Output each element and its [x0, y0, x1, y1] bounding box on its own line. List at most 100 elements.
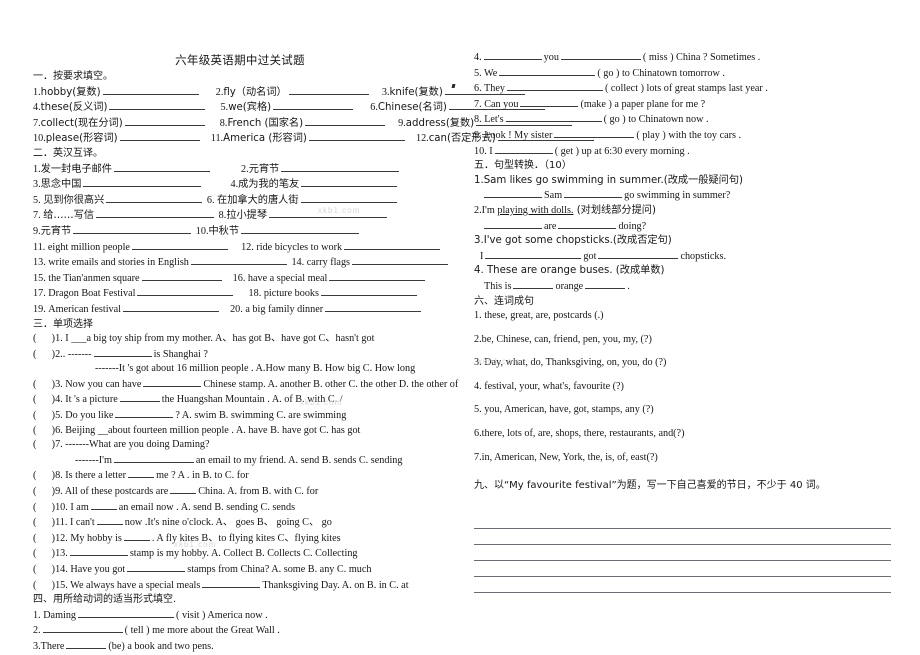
s2-item-4-blank[interactable]: [301, 177, 398, 188]
mc-3-text-b: Chinese stamp. A. another B. other C. th…: [203, 378, 459, 390]
s4-q4-blank-1[interactable]: [483, 50, 542, 60]
mc-2-blank[interactable]: [93, 347, 152, 357]
s4-q8-blank[interactable]: [505, 112, 602, 123]
s2-item-20-blank[interactable]: [325, 302, 422, 312]
s4-q3-blank[interactable]: [66, 639, 107, 649]
s4-q3-b: (be) a book and two pens.: [108, 640, 214, 652]
s5-q3-b: got: [583, 250, 597, 262]
mc-6-bracket[interactable]: ( ): [33, 425, 55, 436]
s2-item-6-num: 6.: [206, 194, 215, 206]
s5-q1-blank-2[interactable]: [564, 188, 623, 199]
s2-item-16-num: 16.: [232, 272, 246, 284]
mc-11-text-b: now .It's nine o'clock. A、 goes B、 going…: [124, 517, 332, 529]
s4-q10-blank[interactable]: [494, 144, 553, 154]
writing-line[interactable]: [474, 513, 891, 529]
s5-q2-blank-2[interactable]: [558, 219, 617, 229]
s2-item-16-blank[interactable]: [329, 271, 426, 281]
s2-item-12-text: ride bicycles to work: [256, 241, 343, 253]
mc-4-bracket[interactable]: ( ): [33, 394, 55, 405]
s5-q3-blank-1[interactable]: [485, 249, 582, 259]
mc-14-blank[interactable]: [127, 562, 186, 572]
section-4-q4: 4. you ( miss ) China ? Sometimes .: [474, 50, 914, 66]
mc-5-bracket[interactable]: ( ): [33, 410, 55, 421]
s2-item-1-blank[interactable]: [113, 162, 210, 172]
s5-q1-blank-1[interactable]: [484, 188, 542, 199]
mc-15-bracket[interactable]: ( ): [33, 580, 55, 591]
mc-9-blank[interactable]: [170, 484, 197, 495]
mc-question-9: ( )9. All of these postcards are China. A…: [33, 484, 463, 500]
mc-1-bracket[interactable]: ( ): [33, 333, 55, 344]
s2-item-7-blank[interactable]: [96, 208, 215, 219]
s4-q1-blank[interactable]: [78, 608, 175, 618]
s4-q4-blank-2[interactable]: [560, 50, 641, 60]
s1-item-7-blank[interactable]: [124, 116, 205, 126]
writing-line[interactable]: [474, 545, 891, 561]
mc-11-bracket[interactable]: ( ): [33, 517, 55, 528]
mc-3-bracket[interactable]: ( ): [33, 379, 55, 390]
s5-q4-blank-2[interactable]: [585, 279, 626, 289]
s1-item-2-blank[interactable]: [288, 85, 369, 95]
s5-q3-c: chopsticks.: [680, 250, 726, 262]
mc-7-blank[interactable]: [113, 453, 194, 463]
mc-12-bracket[interactable]: ( ): [33, 533, 55, 544]
s5-q3-blank-2[interactable]: [598, 249, 679, 259]
s4-q2-blank[interactable]: [42, 623, 123, 634]
s2-item-19-blank[interactable]: [122, 302, 219, 312]
s4-q6-blank[interactable]: [506, 81, 603, 92]
s5-q2-blank-1[interactable]: [484, 219, 542, 229]
s2-item-15-text: the Tian'anmen square: [48, 272, 140, 284]
mc-13-blank[interactable]: [69, 546, 128, 557]
section-2-row-2: 3.思念中国 4.成为我的笔友: [33, 177, 463, 193]
s4-q7-blank[interactable]: [520, 97, 579, 107]
s1-item-1-blank[interactable]: [102, 85, 199, 95]
section-6-item-5: 5. you, American, have, got, stamps, any…: [474, 404, 654, 416]
mc-15-blank[interactable]: [202, 578, 261, 588]
mc-2-bracket[interactable]: ( ): [33, 349, 55, 360]
writing-line[interactable]: [474, 561, 891, 577]
section-5-q1: 1.Sam likes go swimming in summer.(改成一般疑…: [474, 174, 914, 189]
mc-8-bracket[interactable]: ( ): [33, 470, 55, 481]
s2-item-10-blank[interactable]: [241, 224, 360, 234]
mc-9-bracket[interactable]: ( ): [33, 486, 55, 497]
mc-8-blank[interactable]: [128, 468, 155, 479]
s2-item-15-blank[interactable]: [141, 271, 222, 281]
mc-14-bracket[interactable]: ( ): [33, 564, 55, 575]
s2-item-8-blank[interactable]: [269, 208, 388, 219]
writing-line[interactable]: [474, 529, 891, 545]
mc-5-blank[interactable]: [115, 408, 174, 419]
s2-item-19-text: American festival: [48, 303, 121, 315]
s4-q8-b: ( go ) to Chinatown now .: [603, 114, 709, 126]
s4-q5-blank[interactable]: [499, 66, 596, 76]
s4-q9-blank[interactable]: [554, 128, 635, 138]
mc-13-bracket[interactable]: ( ): [33, 548, 55, 559]
s2-item-17-blank[interactable]: [137, 286, 234, 297]
s2-item-9-blank[interactable]: [73, 224, 192, 234]
s2-item-13-blank[interactable]: [190, 255, 287, 266]
mc-question-10: ( )10. I am an email now . A. send B. sen…: [33, 500, 463, 516]
s1-item-8-blank[interactable]: [305, 116, 386, 126]
s2-item-11-blank[interactable]: [131, 240, 228, 250]
mc-10-bracket[interactable]: ( ): [33, 502, 55, 513]
mc-12-blank[interactable]: [123, 531, 150, 541]
s2-item-18-blank[interactable]: [320, 286, 417, 297]
s2-item-2-blank[interactable]: [281, 162, 400, 172]
s2-item-14-blank[interactable]: [352, 255, 449, 266]
s1-item-5-blank[interactable]: [273, 100, 354, 111]
s1-item-11-blank[interactable]: [308, 131, 405, 142]
mc-question-7: ( )7. -------What are you doing Daming?: [33, 438, 463, 453]
mc-11-blank[interactable]: [96, 515, 123, 526]
s1-item-11-text: America (形容词): [223, 133, 307, 145]
mc-7-bracket[interactable]: ( ): [33, 439, 55, 450]
mc-4-blank[interactable]: [119, 392, 160, 403]
s2-item-12-blank[interactable]: [344, 240, 441, 250]
writing-line[interactable]: [474, 577, 891, 593]
s5-q4-blank-1[interactable]: [513, 279, 554, 289]
s2-item-3-blank[interactable]: [83, 177, 202, 188]
s2-item-5-blank[interactable]: [106, 193, 203, 203]
s1-item-4-blank[interactable]: [109, 100, 206, 111]
mc-3-blank[interactable]: [143, 377, 202, 387]
s2-item-6-blank[interactable]: [300, 193, 397, 203]
mc-10-blank[interactable]: [90, 500, 117, 510]
s1-item-10-blank[interactable]: [119, 131, 200, 142]
writing-answer-area[interactable]: [474, 513, 891, 593]
